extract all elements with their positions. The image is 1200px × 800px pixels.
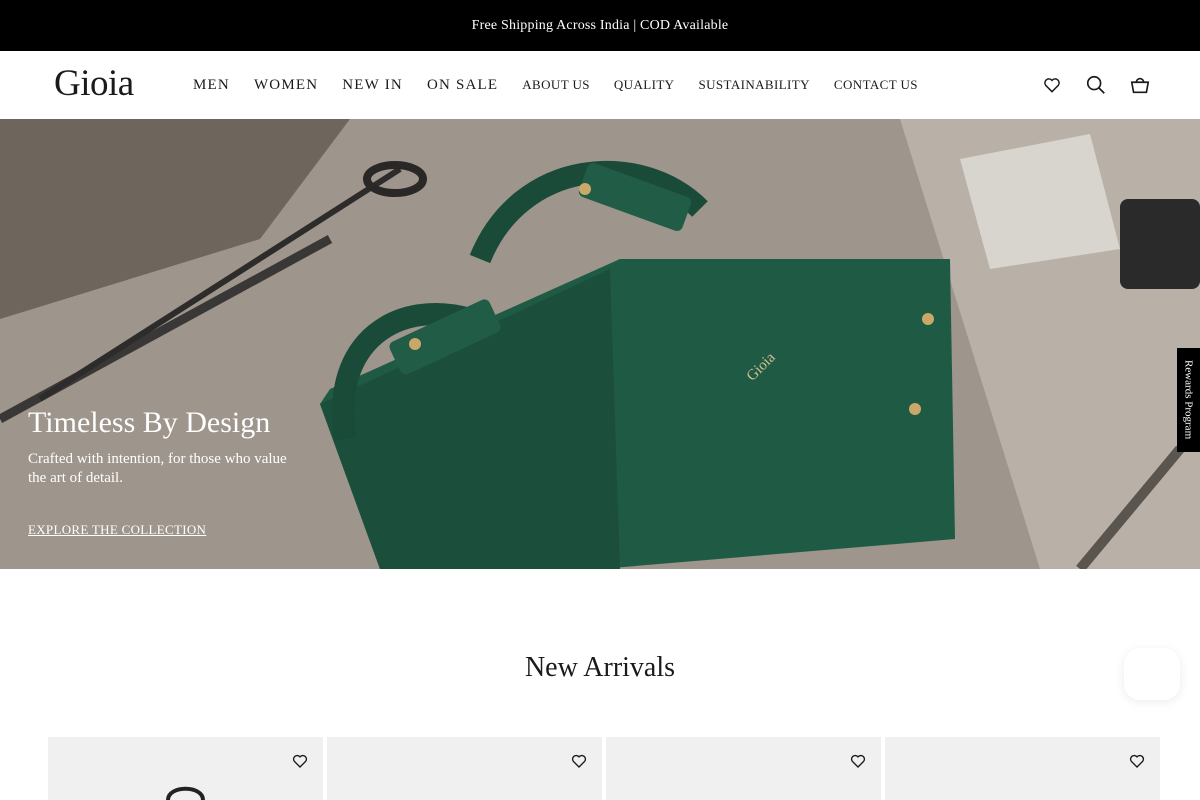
product-card[interactable] xyxy=(606,737,881,800)
site-header: Gioia MEN WOMEN NEW IN ON SALE ABOUT US … xyxy=(0,51,1200,119)
heart-icon[interactable] xyxy=(570,752,588,770)
rewards-program-tab[interactable]: Rewards Program xyxy=(1177,348,1200,452)
product-card[interactable] xyxy=(327,737,602,800)
nav-women[interactable]: WOMEN xyxy=(254,77,318,94)
nav-quality[interactable]: QUALITY xyxy=(614,77,675,93)
search-icon xyxy=(1086,75,1105,94)
product-card[interactable] xyxy=(885,737,1160,800)
header-icons xyxy=(1020,51,1152,119)
nav-on-sale[interactable]: ON SALE xyxy=(427,77,498,94)
hero-text: Timeless By Design Crafted with intentio… xyxy=(28,406,308,488)
hero-subtitle: Crafted with intention, for those who va… xyxy=(28,451,287,486)
product-grid xyxy=(48,737,1164,800)
heart-icon[interactable] xyxy=(1128,752,1146,770)
hero-image: Gioia xyxy=(0,119,1200,569)
hero-banner: Gioia Timeless By Design Crafted with in… xyxy=(0,119,1200,569)
main-nav: MEN WOMEN NEW IN ON SALE ABOUT US QUALIT… xyxy=(193,51,942,119)
heart-icon xyxy=(1044,78,1060,93)
nav-sustainability[interactable]: SUSTAINABILITY xyxy=(698,77,809,93)
explore-collection-link[interactable]: EXPLORE THE COLLECTION xyxy=(28,522,206,538)
chat-widget-button[interactable] xyxy=(1124,648,1180,700)
product-card[interactable] xyxy=(48,737,323,800)
announcement-text: Free Shipping Across India | COD Availab… xyxy=(471,17,729,33)
heart-icon[interactable] xyxy=(849,752,867,770)
nav-contact-us[interactable]: CONTACT US xyxy=(834,77,918,93)
nav-men[interactable]: MEN xyxy=(193,77,230,94)
nav-new-in[interactable]: NEW IN xyxy=(342,77,403,94)
cart-button[interactable] xyxy=(1128,73,1152,97)
section-title: New Arrivals xyxy=(524,652,676,683)
basket-icon xyxy=(1130,77,1150,94)
wishlist-button[interactable] xyxy=(1040,73,1064,97)
brand-logo[interactable]: Gioia xyxy=(54,64,134,104)
search-button[interactable] xyxy=(1084,73,1108,97)
product-image xyxy=(166,786,205,800)
nav-about-us[interactable]: ABOUT US xyxy=(522,77,590,93)
hero-title: Timeless By Design xyxy=(28,406,271,439)
announcement-bar: Free Shipping Across India | COD Availab… xyxy=(0,0,1200,51)
